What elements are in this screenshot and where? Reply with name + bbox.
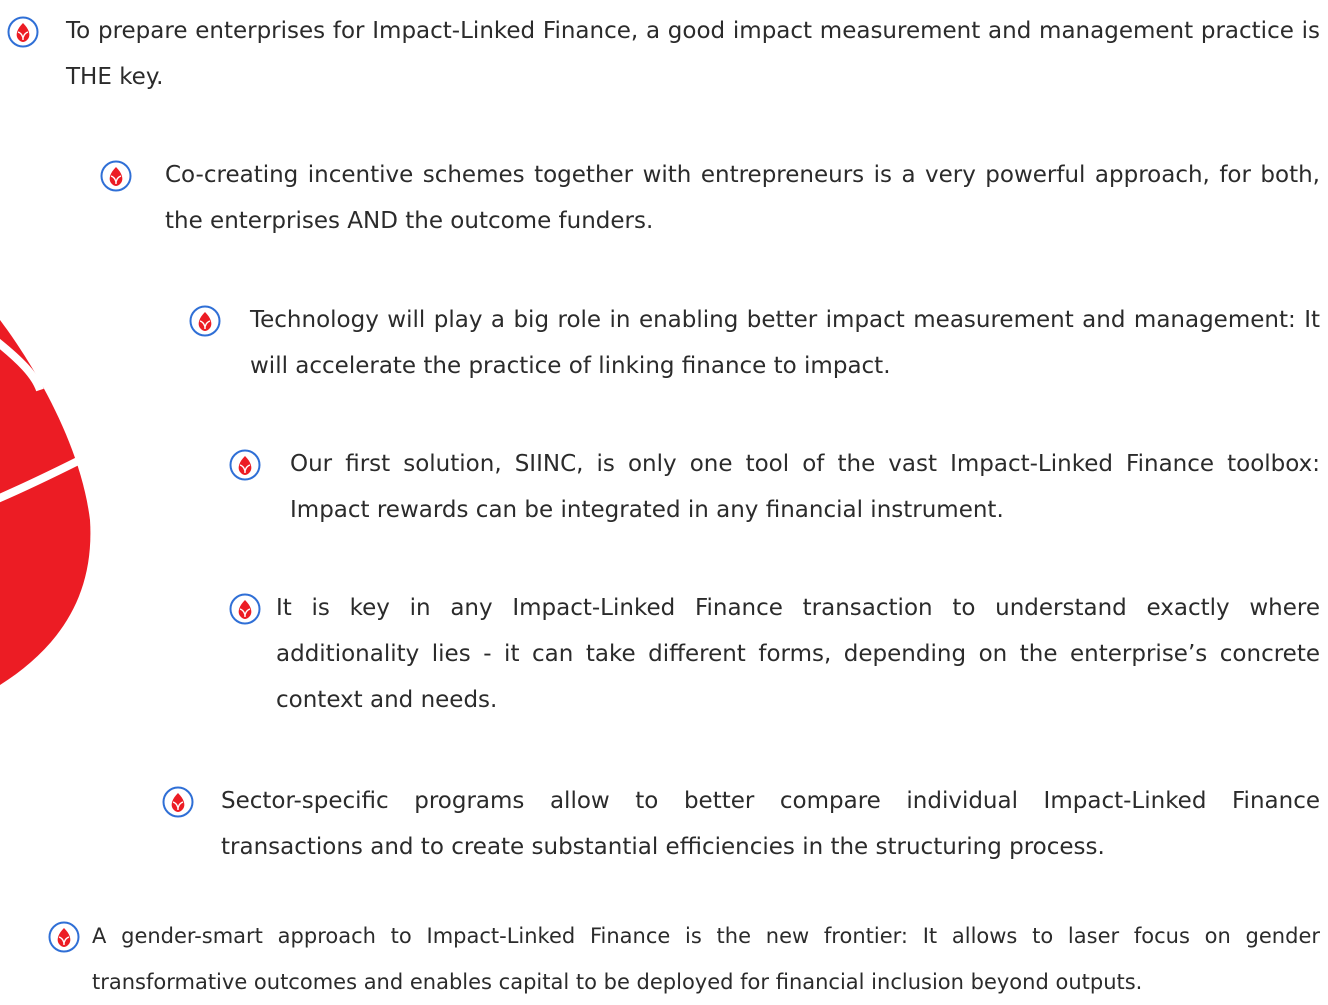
red-leaf-bullet-icon: [100, 160, 132, 192]
red-leaf-bullet-icon: [48, 921, 80, 953]
bullet-text-7: A gender-smart approach to Impact-Linked…: [92, 924, 1320, 994]
bullet-text-2: Co-creating incentive schemes together w…: [165, 162, 1320, 234]
red-leaf-shape-icon: [0, 320, 91, 685]
red-leaf-bullet-icon: [162, 786, 194, 818]
bullet-item-4: Our first solution, SIINC, is only one t…: [229, 441, 1320, 533]
bullet-item-6: Sector-specific programs allow to better…: [162, 778, 1320, 870]
bullet-text-4: Our first solution, SIINC, is only one t…: [290, 451, 1320, 523]
bullet-text-1: To prepare enterprises for Impact-Linked…: [66, 18, 1320, 90]
bullet-item-2: Co-creating incentive schemes together w…: [100, 152, 1320, 244]
bullet-item-3: Technology will play a big role in enabl…: [189, 297, 1320, 389]
red-leaf-bullet-icon: [229, 449, 261, 481]
red-leaf-bullet-icon: [189, 305, 221, 337]
bullet-item-1: To prepare enterprises for Impact-Linked…: [7, 8, 1320, 100]
red-leaf-bullet-icon: [229, 593, 261, 625]
red-leaf-bullet-icon: [7, 16, 39, 48]
bullet-text-5: It is key in any Impact-Linked Finance t…: [276, 595, 1320, 713]
bullet-item-7: A gender-smart approach to Impact-Linked…: [48, 913, 1320, 1005]
bullet-text-6: Sector-specific programs allow to better…: [221, 788, 1320, 860]
bullet-text-3: Technology will play a big role in enabl…: [250, 307, 1320, 379]
bullet-item-5: It is key in any Impact-Linked Finance t…: [229, 585, 1320, 723]
